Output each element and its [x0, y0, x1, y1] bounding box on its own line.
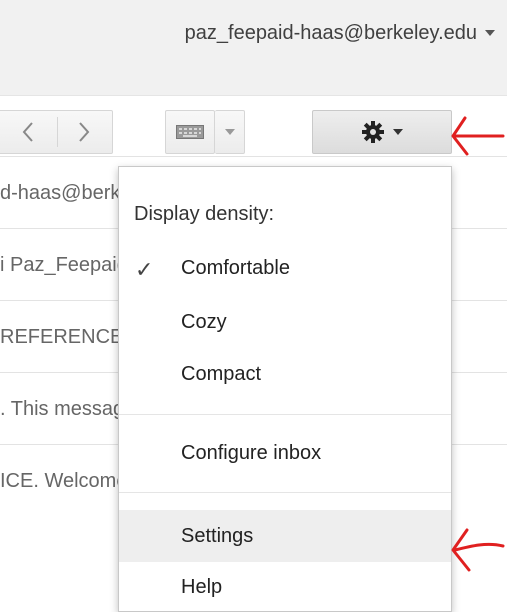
menu-item-cozy[interactable]: Cozy [119, 298, 451, 346]
account-email: paz_feepaid-haas@berkeley.edu [184, 21, 477, 44]
email-snippet: . This message [0, 397, 124, 420]
email-snippet: d-haas@berkeley [0, 181, 124, 204]
chevron-left-icon [22, 122, 33, 142]
chevron-right-icon [79, 122, 90, 142]
settings-gear-button[interactable] [312, 110, 452, 154]
settings-menu: Display density: ✓ Comfortable Cozy Comp… [118, 166, 452, 612]
email-snippet: ICE. Welcome [0, 469, 124, 492]
input-tools-dropdown[interactable] [215, 110, 245, 154]
menu-item-label: Settings [181, 524, 254, 547]
menu-item-compact[interactable]: Compact [119, 350, 451, 398]
account-switcher[interactable]: paz_feepaid-haas@berkeley.edu [185, 20, 495, 46]
menu-item-label: Help [181, 575, 223, 598]
menu-item-label: Comfortable [181, 256, 290, 279]
toolbar [0, 96, 507, 156]
menu-item-configure-inbox[interactable]: Configure inbox [119, 429, 451, 477]
display-density-heading: Display density: [134, 203, 275, 225]
menu-item-settings[interactable]: Settings [119, 510, 451, 562]
pagination-buttons [0, 110, 113, 154]
chevron-down-icon [485, 30, 495, 36]
menu-item-label: Cozy [181, 310, 227, 333]
menu-item-label: Configure inbox [181, 441, 322, 464]
keyboard-icon [176, 125, 204, 139]
checkmark-icon: ✓ [135, 257, 154, 282]
chevron-down-icon [224, 129, 235, 135]
menu-item-comfortable[interactable]: ✓ Comfortable [119, 244, 451, 292]
input-tools-button[interactable] [165, 110, 215, 154]
menu-item-label: Compact [181, 362, 262, 385]
menu-divider [119, 414, 451, 415]
email-snippet: i Paz_Feepaid [0, 253, 124, 276]
email-snippet: REFERENCE [0, 325, 124, 348]
chevron-down-icon [393, 129, 403, 135]
menu-divider [119, 492, 451, 493]
gear-icon [362, 121, 384, 143]
newer-button[interactable] [56, 111, 112, 153]
annotation-arrow-settings [451, 528, 505, 572]
pager-divider [57, 117, 58, 147]
menu-item-help[interactable]: Help [119, 563, 451, 611]
older-button[interactable] [0, 111, 56, 153]
top-bar: paz_feepaid-haas@berkeley.edu [0, 0, 507, 96]
annotation-arrow-gear [451, 116, 505, 156]
